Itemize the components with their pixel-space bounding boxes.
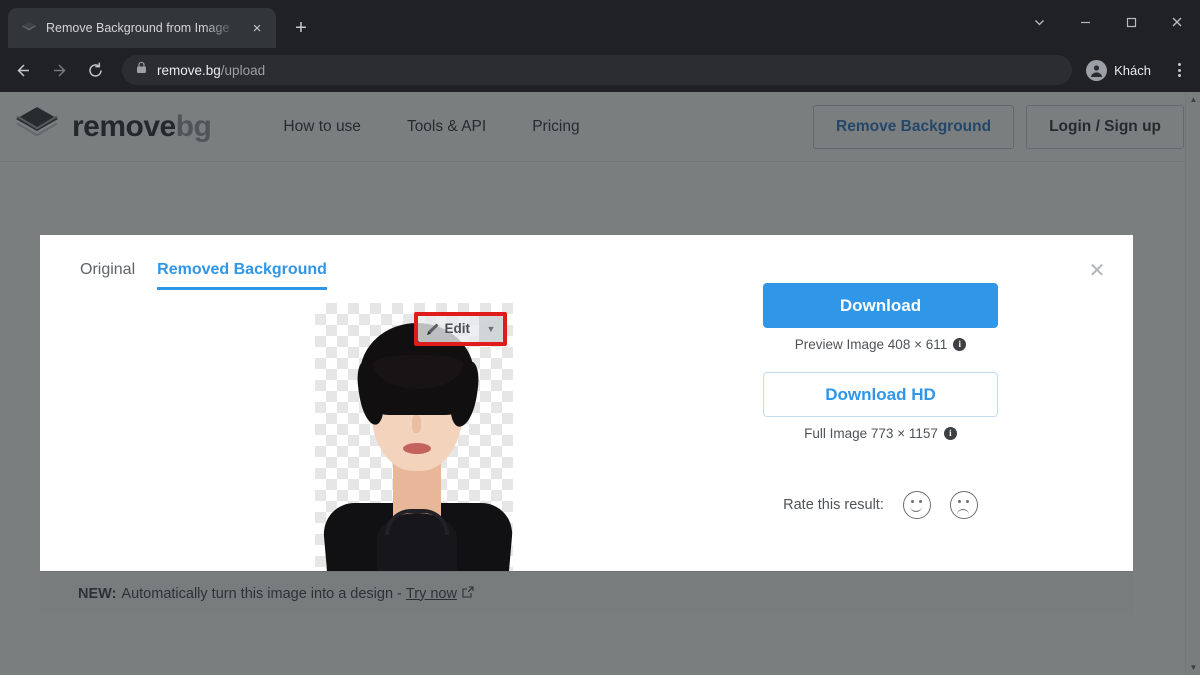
external-link-icon[interactable] [462, 586, 474, 601]
chevron-down-icon[interactable] [1016, 0, 1062, 44]
download-hd-button[interactable]: Download HD [763, 372, 998, 417]
url-path: /upload [220, 62, 266, 78]
modal-content: Original Removed Background Edit ▼ Downl… [40, 235, 1133, 591]
forward-icon[interactable] [42, 53, 76, 87]
tab-removed-background[interactable]: Removed Background [157, 261, 327, 290]
info-icon[interactable]: i [953, 338, 967, 351]
lock-icon [136, 61, 147, 79]
address-bar[interactable]: remove.bg/upload [122, 55, 1073, 85]
edit-button-highlight: Edit ▼ [413, 312, 507, 346]
close-window-button[interactable] [1154, 0, 1200, 44]
avatar [1086, 59, 1108, 81]
profile-button[interactable]: Khách [1080, 55, 1162, 85]
smiley-happy-icon[interactable] [902, 491, 931, 519]
download-caption: Preview Image 408 × 611 i [763, 337, 998, 352]
try-now-link[interactable]: Try now [406, 586, 457, 602]
info-icon-hd[interactable]: i [943, 427, 957, 440]
download-button[interactable]: Download [763, 283, 998, 328]
brush-icon [425, 322, 440, 337]
close-icon[interactable]: ✕ [1083, 257, 1111, 285]
url-text: remove.bg/upload [157, 63, 265, 78]
new-badge: NEW: [78, 585, 117, 602]
banner-text: Automatically turn this image into a des… [121, 585, 402, 602]
minimize-button[interactable] [1062, 0, 1108, 44]
design-promo-banner: NEW: Automatically turn this image into … [40, 571, 1133, 615]
modal-tabs: Original Removed Background [80, 261, 680, 290]
edit-button-main[interactable]: Edit [418, 316, 480, 342]
modal-preview-pane: Original Removed Background Edit ▼ [40, 235, 680, 591]
maximize-button[interactable] [1108, 0, 1154, 44]
edit-button[interactable]: Edit ▼ [417, 316, 503, 342]
back-icon[interactable] [6, 53, 40, 87]
browser-toolbar: remove.bg/upload Khách [0, 48, 1200, 92]
modal-download-pane: Download Preview Image 408 × 611 i Downl… [680, 235, 1133, 571]
image-preview[interactable]: Edit ▼ [315, 303, 513, 591]
rate-result-row: Rate this result: [783, 491, 978, 519]
tab-strip: Remove Background from Image × + [0, 0, 1200, 48]
tab-original[interactable]: Original [80, 261, 135, 290]
preview-size-text: Preview Image 408 × 611 [794, 337, 948, 352]
tab-title: Remove Background from Image [46, 21, 230, 35]
browser-tab[interactable]: Remove Background from Image × [8, 8, 276, 48]
window-controls [1016, 0, 1200, 44]
download-block: Download Preview Image 408 × 611 i Downl… [763, 283, 998, 441]
layers-icon [20, 19, 38, 37]
reload-icon[interactable] [78, 53, 112, 87]
result-modal: Original Removed Background Edit ▼ Downl… [40, 235, 1133, 615]
rate-label: Rate this result: [783, 497, 884, 513]
url-host: remove.bg [157, 62, 221, 78]
full-size-text: Full Image 773 × 1157 [804, 426, 938, 441]
profile-name: Khách [1114, 62, 1151, 78]
new-tab-button[interactable]: + [286, 13, 316, 43]
browser-window: Remove Background from Image × + remove.… [0, 0, 1200, 675]
close-icon[interactable]: × [246, 17, 268, 39]
kebab-menu-icon[interactable] [1164, 53, 1194, 87]
portrait-image [315, 303, 513, 591]
chevron-down-icon[interactable]: ▼ [479, 316, 503, 342]
smiley-sad-icon[interactable] [949, 491, 978, 519]
download-hd-caption: Full Image 773 × 1157 i [763, 426, 998, 441]
